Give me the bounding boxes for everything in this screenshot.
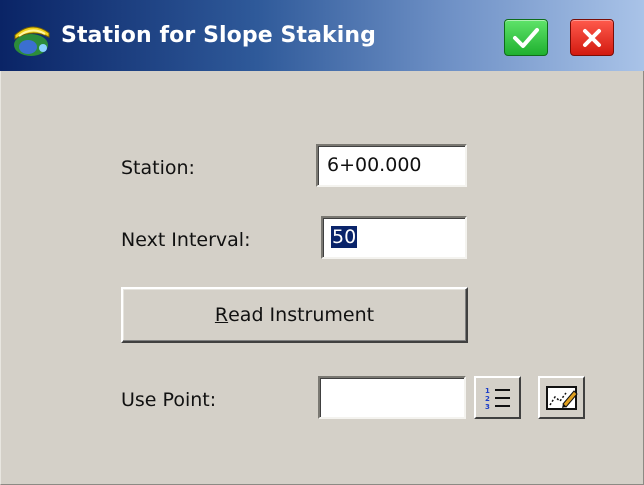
svg-text:1: 1 xyxy=(485,387,490,395)
title-bar: Station for Slope Staking xyxy=(0,0,644,71)
ok-button[interactable] xyxy=(504,19,548,56)
point-list-button[interactable]: 1 2 3 xyxy=(474,376,521,419)
station-label: Station: xyxy=(121,157,195,179)
next-interval-field[interactable]: 50 xyxy=(321,216,467,259)
use-point-field[interactable] xyxy=(318,376,466,419)
numbered-list-icon: 1 2 3 xyxy=(485,387,510,411)
map-pick-icon xyxy=(545,385,578,410)
read-instrument-label: ead Instrument xyxy=(228,304,375,326)
read-instrument-mnemonic: R xyxy=(214,304,229,326)
next-interval-label: Next Interval: xyxy=(121,229,251,251)
svg-text:2: 2 xyxy=(485,395,490,403)
map-pick-button[interactable] xyxy=(538,376,585,419)
read-instrument-button[interactable]: Read Instrument xyxy=(121,287,468,343)
svg-text:3: 3 xyxy=(485,403,490,411)
use-point-label: Use Point: xyxy=(121,389,217,411)
checkmark-icon xyxy=(513,27,539,48)
next-interval-value: 50 xyxy=(331,226,358,248)
station-value: 6+00.000 xyxy=(327,154,422,176)
close-x-icon xyxy=(583,28,601,47)
surveyor-helmet-icon xyxy=(14,26,50,56)
window-title: Station for Slope Staking xyxy=(61,23,377,48)
station-field[interactable]: 6+00.000 xyxy=(316,144,467,187)
close-button[interactable] xyxy=(570,19,614,56)
